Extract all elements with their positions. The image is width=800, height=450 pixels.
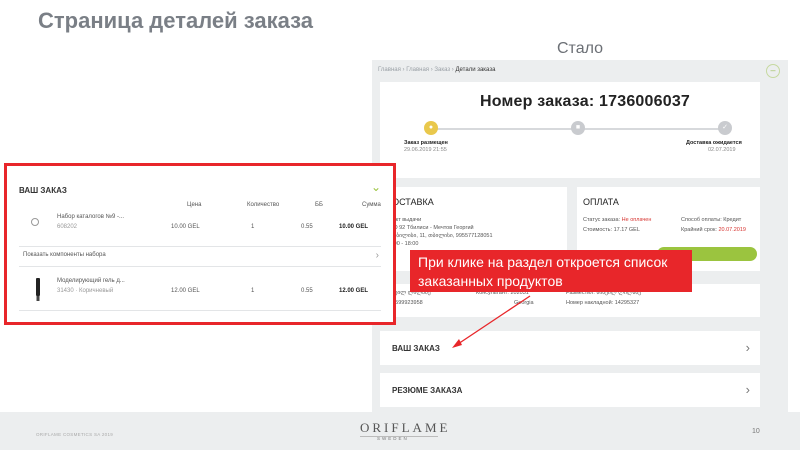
customer-country: Georgia (514, 300, 534, 306)
step-label: Заказ размещен (404, 140, 448, 146)
your-order-row[interactable]: ВАШ ЗАКАЗ › (380, 331, 760, 365)
due-label: Крайний срок: (681, 227, 717, 233)
delivery-line: ქ. თბილისი, 11, თბილისი, 995577128051 (386, 233, 493, 239)
divider (19, 310, 381, 311)
breadcrumb-current: Детали заказа (455, 67, 496, 73)
cost-label: Стоимость: (583, 227, 613, 233)
item-name: Набор каталогов №9 -... (57, 214, 125, 220)
order-details-screenshot: Главная › Главная › Заказ › Детали заказ… (372, 60, 788, 412)
step-transit-icon: ■ (571, 121, 585, 135)
column-header: Цена (187, 202, 202, 208)
zoom-title: ВАШ ЗАКАЗ (19, 186, 67, 195)
after-label: Стало (557, 40, 604, 57)
select-radio[interactable] (31, 218, 39, 226)
cost-value: 17.17 GEL (613, 227, 640, 233)
order-summary-row[interactable]: РЕЗЮМЕ ЗАКАЗА › (380, 373, 760, 407)
divider (19, 266, 381, 267)
step-placed-icon: ● (424, 121, 438, 135)
collapse-icon[interactable]: – (766, 64, 780, 78)
product-image (36, 278, 40, 301)
invoice-value: 14295327 (614, 300, 640, 306)
column-header: ББ (315, 202, 323, 208)
page-number: 10 (752, 428, 760, 435)
order-number: Номер заказа: 1736006037 (480, 93, 691, 110)
item-code: 608202 (57, 224, 78, 230)
item-code: 31430 · Коричневый (57, 288, 114, 294)
step-label: Доставка ожидается (686, 140, 742, 146)
due-value: 20.07.2019 (718, 227, 746, 233)
slide-footer: ORIFLAME COSMETICS SA 2019 ORIFLAME SWED… (0, 412, 800, 450)
brand-logo-sub: SWEDEN (377, 436, 409, 441)
column-header: Количество (247, 202, 280, 208)
divider (19, 246, 381, 247)
step-date: 29.06.2019 21:55 (404, 147, 447, 153)
copyright: ORIFLAME COSMETICS SA 2019 (36, 432, 114, 437)
column-header: Сумма (362, 202, 381, 208)
show-components-link[interactable]: Показать компоненты набора (23, 252, 106, 258)
order-status-card: Номер заказа: 1736006037 ● ■ ✓ Заказ раз… (380, 82, 760, 178)
order-summary-label: РЕЗЮМЕ ЗАКАЗА (392, 386, 463, 395)
chevron-down-icon[interactable]: ⌄ (371, 180, 381, 194)
item-price: 10.00 GEL (171, 224, 200, 230)
item-name: Моделирующий гель д... (57, 278, 125, 284)
item-sum: 10.00 GEL (339, 224, 369, 230)
brand-logo: ORIFLAME (360, 420, 451, 435)
item-price: 12.00 GEL (171, 288, 200, 294)
breadcrumb-item[interactable]: Главная (406, 67, 429, 73)
chevron-right-icon[interactable]: › (376, 250, 379, 261)
invoice-label: Номер накладной: (566, 300, 614, 306)
method-label: Способ оплаты: (681, 217, 722, 223)
step-delivered-icon: ✓ (718, 121, 732, 135)
method-value: Кредит (723, 217, 742, 223)
your-order-zoom-panel: ВАШ ЗАКАЗ ⌄ Цена Количество ББ Сумма Наб… (4, 163, 396, 325)
chevron-right-icon: › (745, 340, 750, 355)
step-date: 02.07.2019 (708, 147, 736, 153)
payment-title: ОПЛАТА (583, 197, 619, 207)
breadcrumb: Главная › Главная › Заказ › Детали заказ… (378, 67, 496, 73)
chevron-right-icon: › (745, 382, 750, 397)
item-sum: 12.00 GEL (339, 288, 369, 294)
status-label: Статус заказа: (583, 217, 621, 223)
slide-title: Страница деталей заказа (38, 8, 314, 33)
status-value: Не оплачен (621, 217, 652, 223)
breadcrumb-item[interactable]: Заказ (434, 67, 450, 73)
item-bb: 0.55 (301, 288, 313, 294)
breadcrumb-item[interactable]: Главная (378, 67, 401, 73)
callout-box: При клике на раздел откроется список зак… (410, 250, 692, 292)
delivery-line: ТПО 92 Тбилиси - Мечтов Георгий (386, 225, 474, 231)
item-qty: 1 (251, 288, 255, 294)
item-qty: 1 (251, 224, 255, 230)
your-order-label: ВАШ ЗАКАЗ (392, 344, 440, 353)
item-bb: 0.55 (301, 224, 313, 230)
